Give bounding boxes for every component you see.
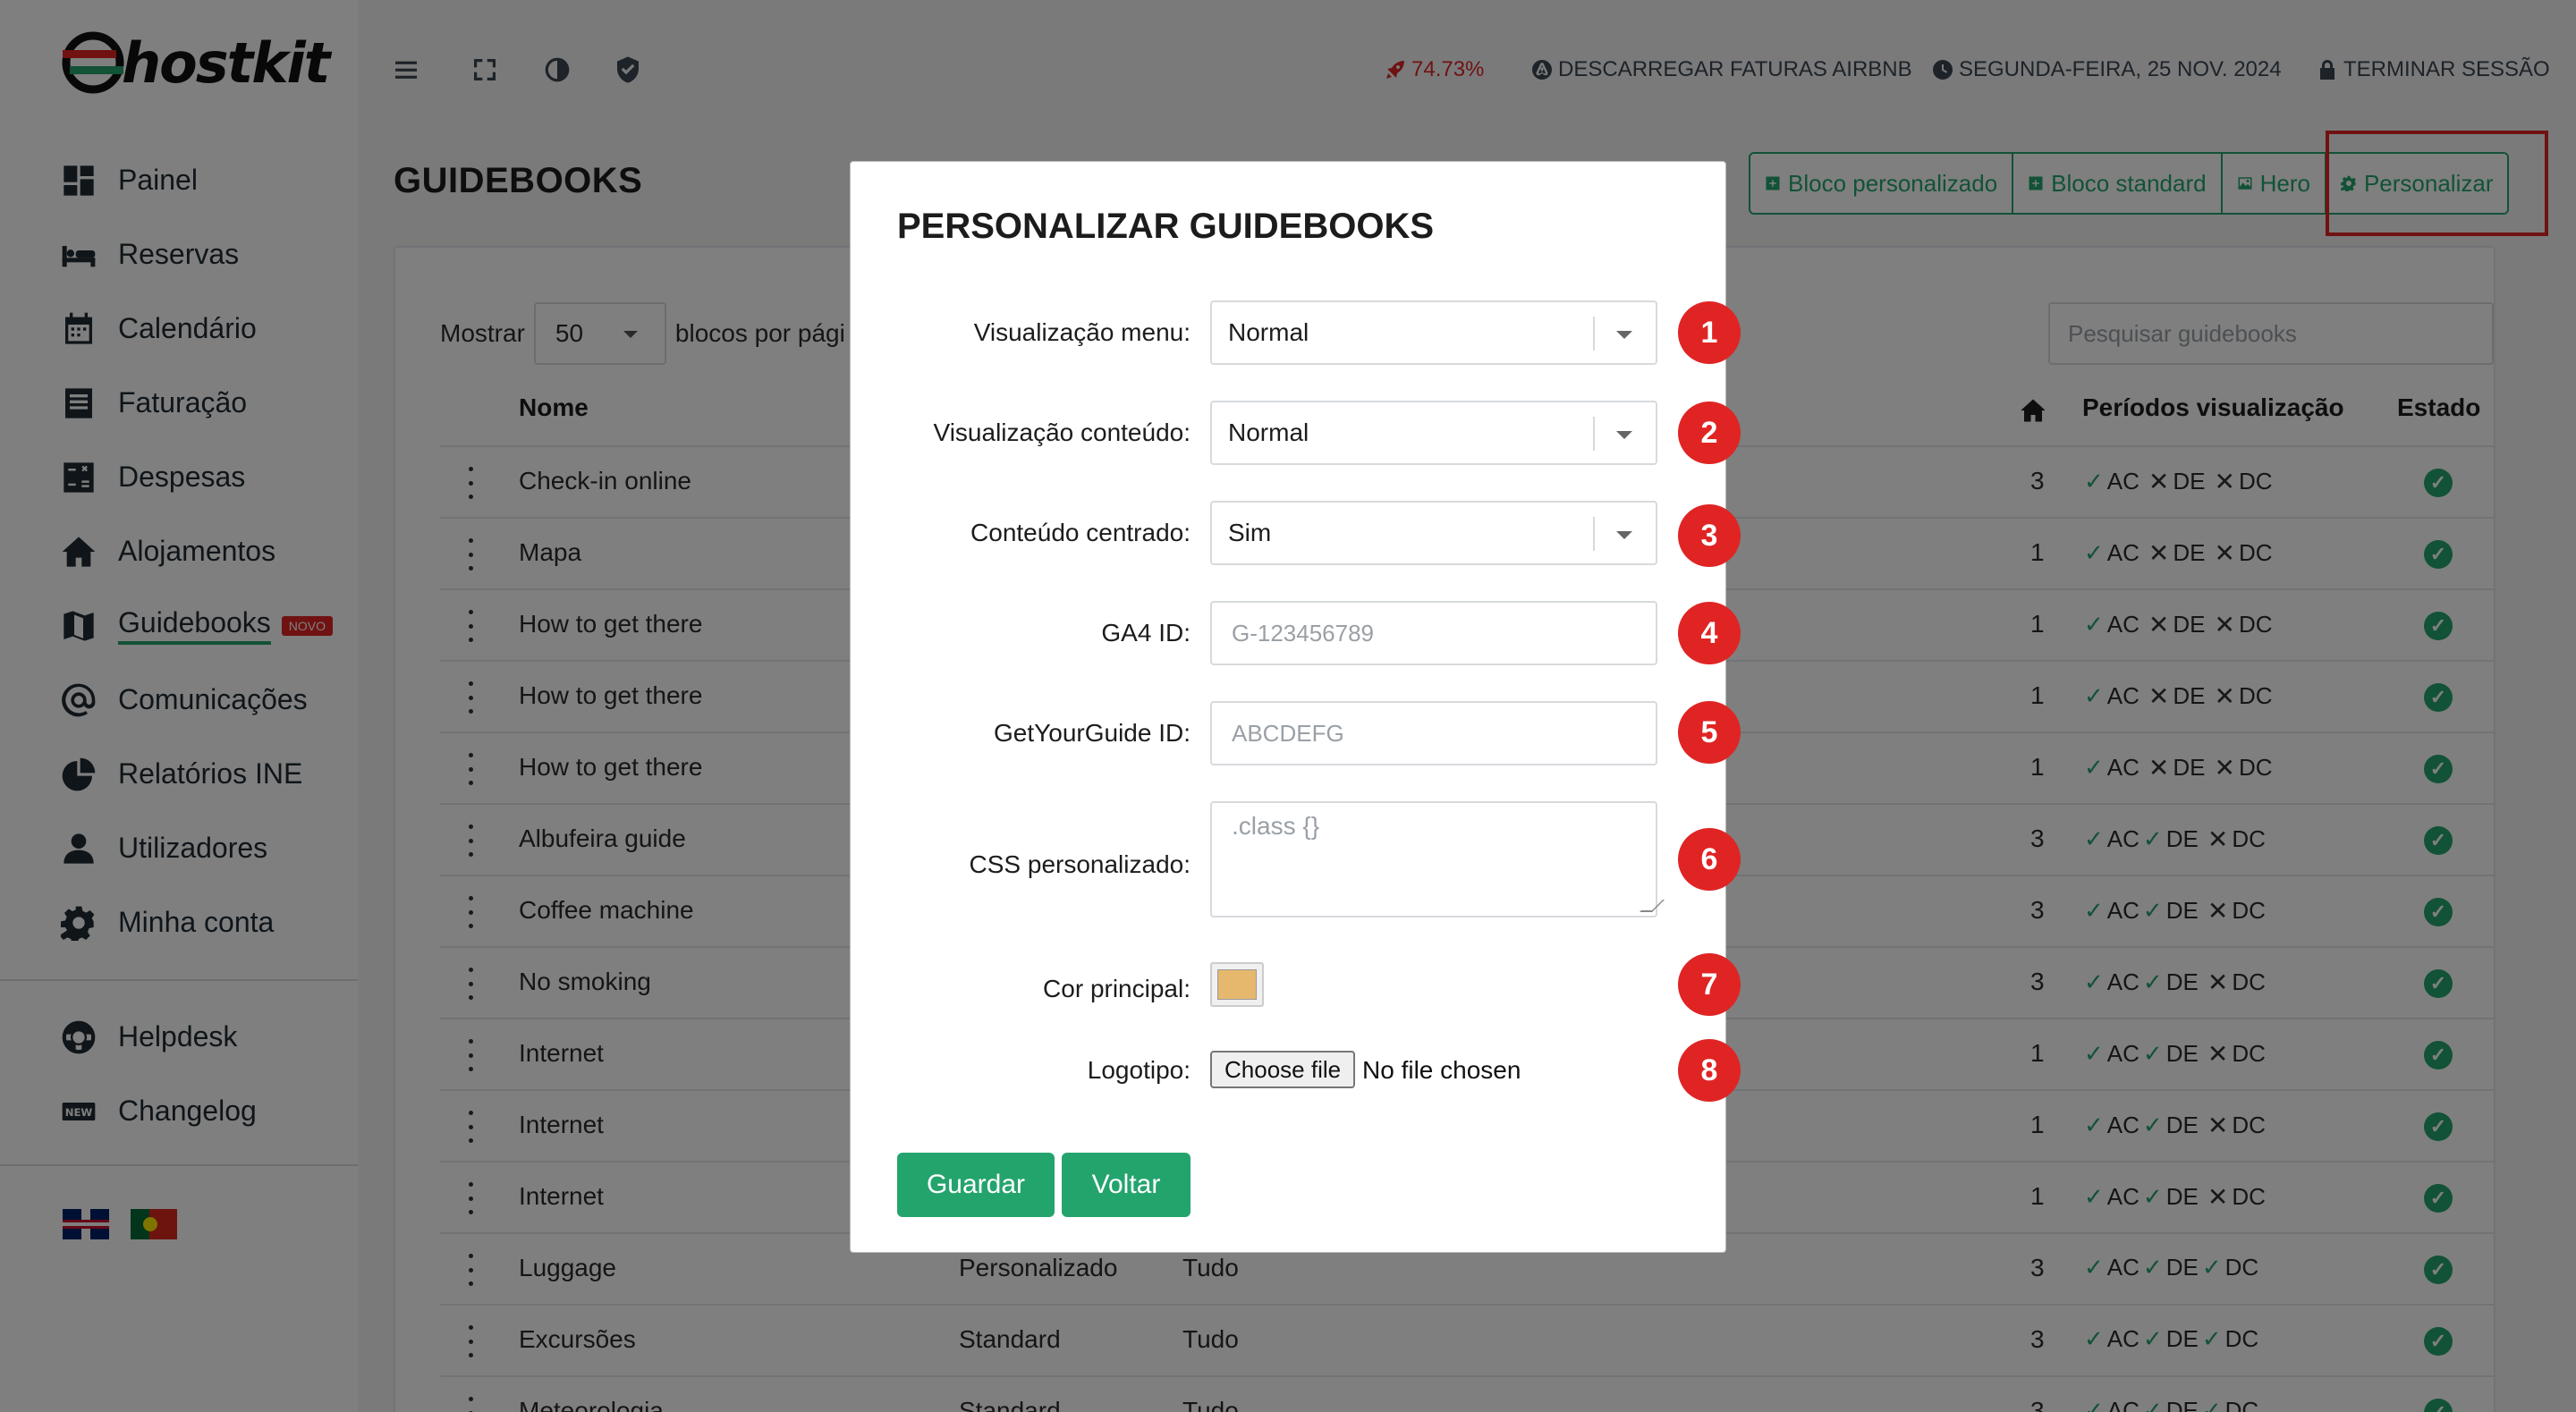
step-marker: 1 <box>1678 301 1741 364</box>
select-separator <box>1593 417 1595 451</box>
step-marker: 8 <box>1678 1039 1741 1102</box>
getyourguide-input[interactable]: ABCDEFG <box>1210 701 1657 765</box>
select-separator <box>1593 517 1595 551</box>
ga4-label: GA4 ID: <box>1101 619 1191 647</box>
centered-content-label: Conteúdo centrado: <box>970 519 1191 546</box>
chevron-down-icon <box>1616 331 1632 347</box>
save-button[interactable]: Guardar <box>897 1153 1055 1217</box>
back-button[interactable]: Voltar <box>1062 1153 1191 1217</box>
custom-css-textarea[interactable]: .class {} <box>1210 801 1665 917</box>
step-marker: 4 <box>1678 602 1741 664</box>
main-color-label: Cor principal: <box>1043 975 1191 1002</box>
app-page: hostkit Painel Reservas Calendário Fatur… <box>0 0 2576 1412</box>
main-color-picker[interactable] <box>1210 962 1264 1007</box>
modal-title: PERSONALIZAR GUIDEBOOKS <box>897 207 1435 246</box>
content-view-label: Visualização conteúdo: <box>933 419 1191 446</box>
step-marker: 3 <box>1678 504 1741 567</box>
centered-content-value: Sim <box>1228 519 1272 546</box>
choose-file-button[interactable]: Choose file <box>1210 1051 1356 1088</box>
menu-view-select[interactable]: Normal <box>1210 300 1657 365</box>
step-marker: 5 <box>1678 701 1741 764</box>
step-marker: 6 <box>1678 828 1741 891</box>
logo-label: Logotipo: <box>1087 1056 1191 1084</box>
color-swatch <box>1217 969 1257 1000</box>
menu-view-value: Normal <box>1228 318 1309 346</box>
customize-guidebooks-modal: PERSONALIZAR GUIDEBOOKS Visualização men… <box>850 161 1741 1253</box>
step-marker: 2 <box>1678 402 1741 464</box>
custom-css-placeholder: .class {} <box>1232 812 1320 840</box>
select-separator <box>1593 317 1595 351</box>
chevron-down-icon <box>1616 431 1632 447</box>
menu-view-label: Visualização menu: <box>973 318 1191 346</box>
ga4-input[interactable]: G-123456789 <box>1210 601 1657 665</box>
chevron-down-icon <box>1616 531 1632 547</box>
custom-css-label: CSS personalizado: <box>969 850 1191 878</box>
getyourguide-label: GetYourGuide ID: <box>994 719 1191 747</box>
content-view-select[interactable]: Normal <box>1210 401 1657 465</box>
step-marker: 7 <box>1678 953 1741 1016</box>
content-view-value: Normal <box>1228 419 1309 446</box>
file-status: No file chosen <box>1362 1056 1521 1084</box>
resize-handle-icon[interactable] <box>1640 900 1665 912</box>
centered-content-select[interactable]: Sim <box>1210 501 1657 565</box>
